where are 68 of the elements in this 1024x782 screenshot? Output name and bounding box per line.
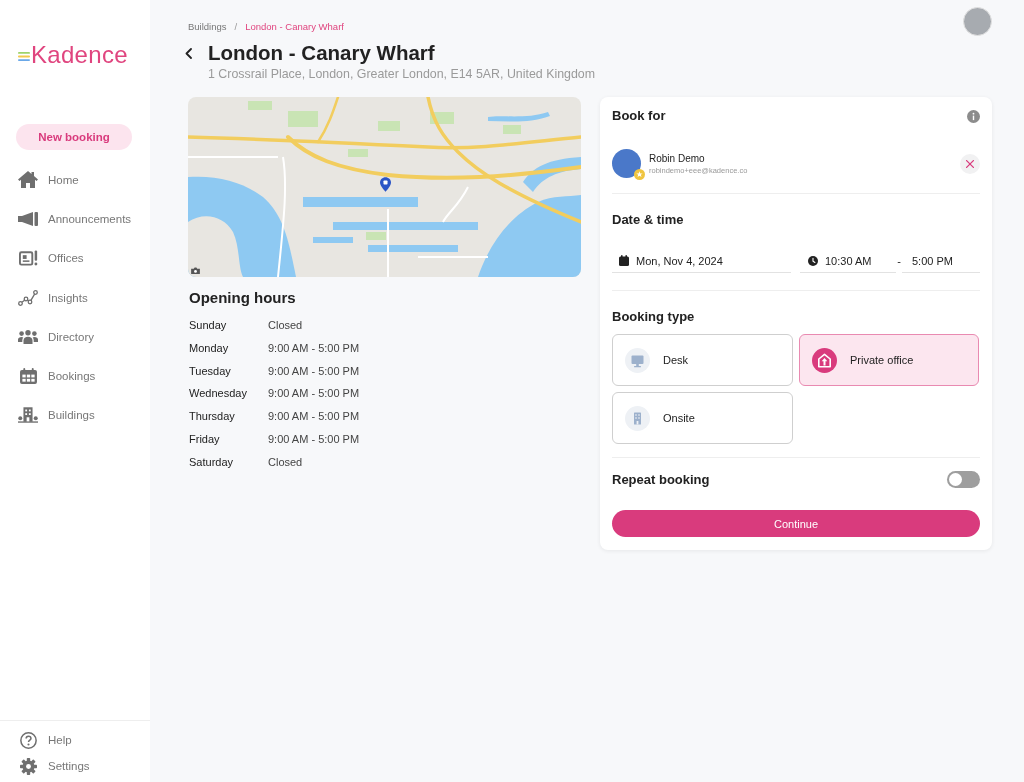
logo-stripes-icon [18, 52, 30, 61]
clock-icon [808, 255, 818, 266]
day-label: Saturday [189, 455, 235, 468]
megaphone-icon [18, 211, 38, 226]
day-label: Tuesday [189, 364, 232, 377]
hours-value: 9:00 AM - 5:00 PM [268, 364, 360, 377]
calendar-icon [619, 255, 629, 266]
time-separator: - [896, 254, 902, 269]
booking-type-option[interactable]: Onsite [612, 392, 793, 444]
hours-value: Closed [268, 455, 303, 468]
camera-icon [191, 267, 200, 274]
nav-item[interactable]: Announcements [0, 199, 150, 239]
help-icon [19, 731, 37, 749]
page-title: London - Canary Wharf [208, 41, 435, 65]
hours-value: Closed [268, 319, 303, 331]
remove-person-button[interactable] [960, 153, 980, 174]
monitor-icon [625, 347, 650, 373]
day-label: Thursday [189, 410, 236, 423]
start-time-field[interactable]: 10:30 AM [800, 249, 896, 273]
breadcrumb-link[interactable]: Buildings [188, 21, 227, 33]
day-label: Wednesday [189, 387, 248, 400]
breadcrumb-link[interactable]: London - Canary Wharf [245, 21, 344, 33]
user-avatar[interactable] [963, 7, 992, 36]
new-booking-button[interactable]: New booking [16, 124, 132, 150]
line-chart-icon [18, 289, 38, 306]
footer-nav-item[interactable]: Settings [0, 753, 150, 779]
nav-item[interactable]: Directory [0, 317, 150, 357]
section-title: Booking type [612, 310, 695, 324]
nav-item[interactable]: Insights [0, 277, 150, 318]
chevron-left-icon [184, 47, 192, 59]
person-avatar [612, 149, 641, 178]
breadcrumb-separator: / [234, 21, 238, 33]
hours-value: 9:00 AM - 5:00 PM [268, 341, 360, 354]
section-title: Date & time [612, 213, 684, 227]
date-field[interactable]: Mon, Nov 4, 2024 [612, 249, 791, 273]
hours-value: 9:00 AM - 5:00 PM [268, 387, 360, 400]
repeat-booking-toggle[interactable] [947, 471, 980, 488]
footer-nav-item[interactable]: Help [0, 727, 150, 753]
info-icon[interactable] [967, 109, 980, 123]
building-icon [18, 407, 38, 424]
day-label: Sunday [189, 319, 228, 331]
booking-type-option[interactable]: Private office [799, 334, 979, 386]
hours-value: 9:00 AM - 5:00 PM [268, 410, 360, 423]
person-name: Robin Demo [649, 151, 706, 165]
hours-value: 9:00 AM - 5:00 PM [268, 432, 360, 445]
house-icon [18, 171, 38, 189]
booking-type-option[interactable]: Desk [612, 334, 793, 386]
section-title: Opening hours [189, 289, 297, 307]
settings-icon [19, 757, 37, 775]
nav-item[interactable]: Buildings [0, 395, 150, 436]
day-label: Friday [189, 432, 221, 445]
calendar-icon [19, 368, 37, 385]
end-time-field[interactable]: 5:00 PM [902, 249, 980, 273]
repeat-booking-label: Repeat booking [612, 472, 710, 487]
people-icon [18, 329, 38, 344]
building-icon [625, 405, 650, 431]
board-icon [18, 250, 38, 267]
day-label: Monday [189, 341, 230, 354]
star-badge-icon [634, 169, 645, 180]
logo-text: Kadence [31, 44, 128, 66]
continue-button[interactable]: Continue [612, 510, 980, 537]
map-pin-icon [380, 177, 391, 192]
nav-item[interactable]: Bookings [0, 356, 150, 396]
section-title: Book for [612, 109, 666, 123]
close-icon [966, 159, 974, 168]
building-address: 1 Crossrail Place, London, Greater London, E14 5AR, United Kingdom [207, 67, 597, 81]
nav-item[interactable]: Offices [0, 238, 150, 278]
nav-item[interactable]: Home [0, 160, 150, 200]
